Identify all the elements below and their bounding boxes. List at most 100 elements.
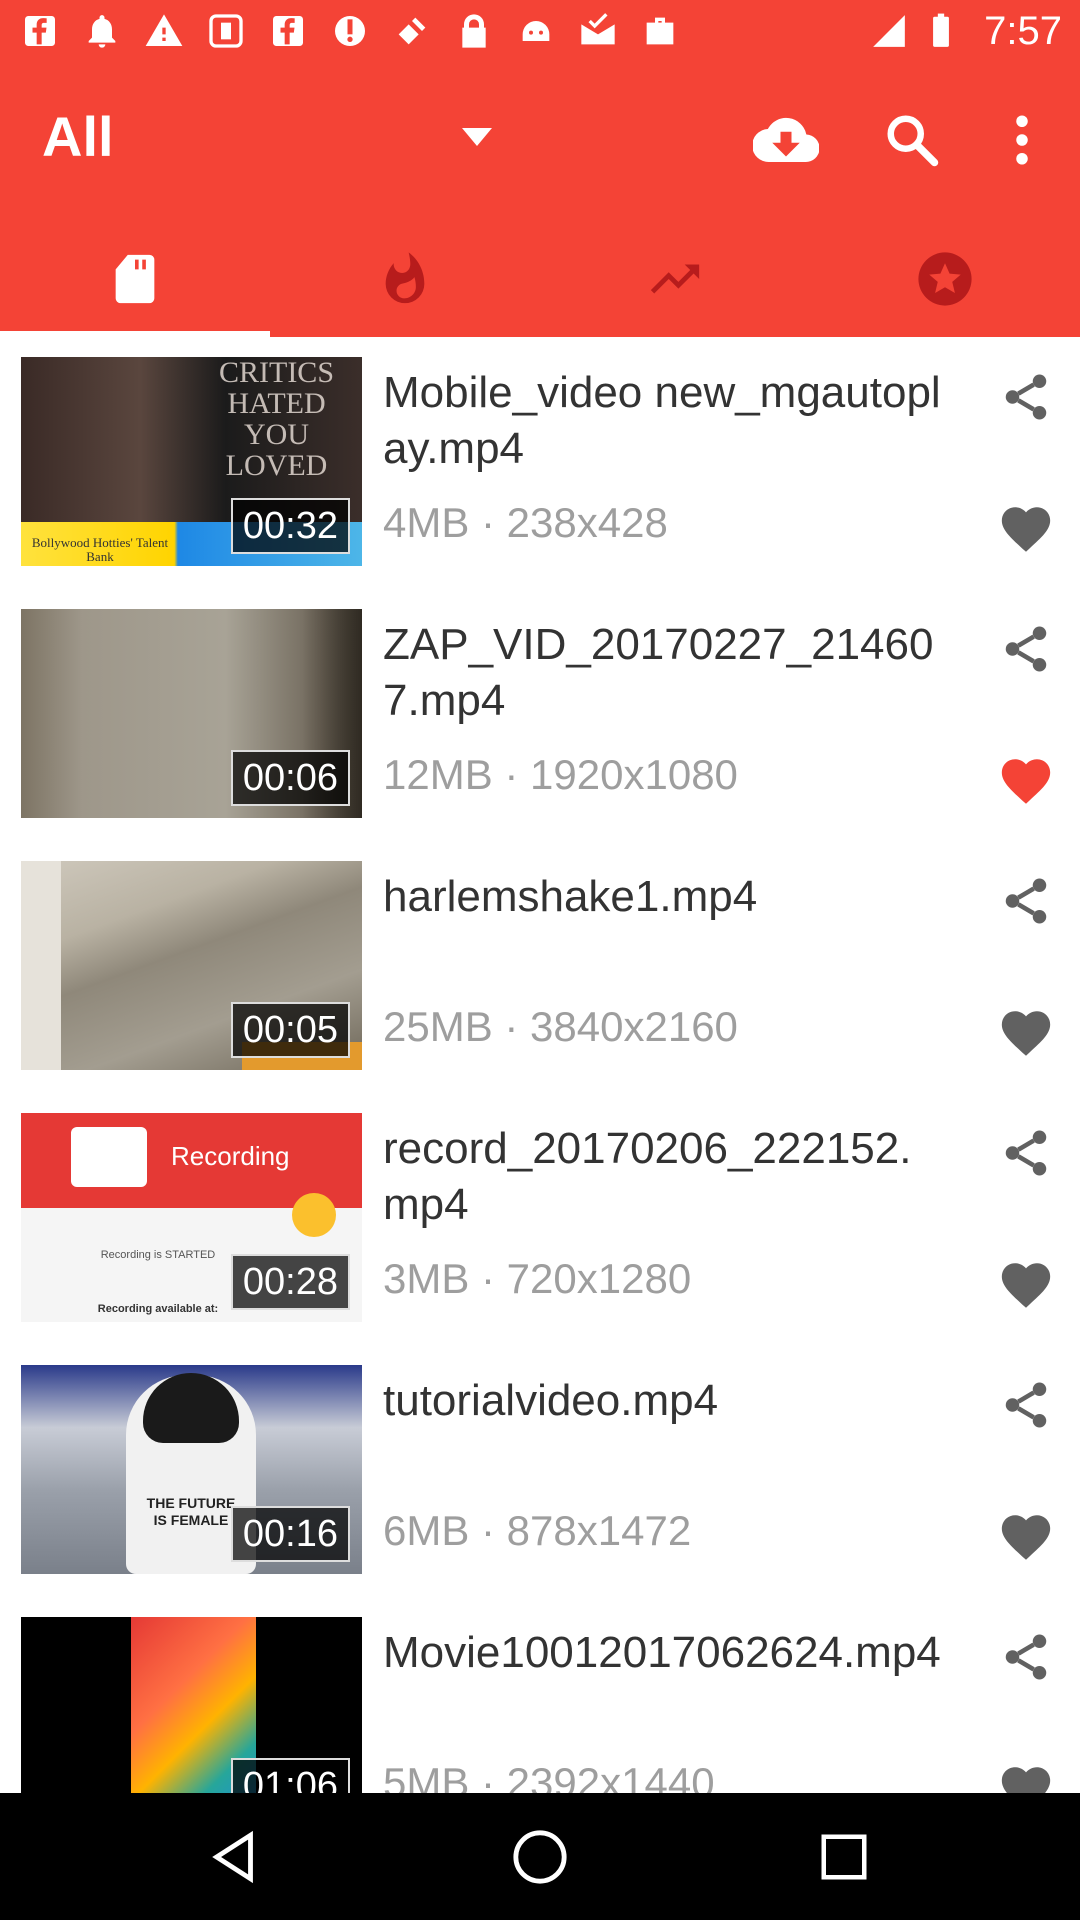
video-meta: 6MB · 878x1472 [383, 1507, 692, 1554]
favorite-button[interactable] [994, 497, 1058, 561]
video-duration: 00:05 [230, 1002, 350, 1058]
recents-button[interactable] [808, 1821, 880, 1893]
status-bar: 7:57 [0, 0, 1080, 62]
back-button[interactable] [200, 1821, 272, 1893]
video-thumbnail[interactable]: Recording Recording is STARTED Recording… [21, 1113, 362, 1322]
share-button[interactable] [994, 1625, 1058, 1689]
video-list: CRITICS HATED YOU LOVED Bollywood Hottie… [0, 337, 1080, 1793]
f-icon [25, 16, 55, 46]
video-thumbnail[interactable]: 00:06 [21, 609, 362, 818]
share-button[interactable] [994, 617, 1058, 681]
download-button[interactable] [750, 104, 822, 176]
more-options-button[interactable] [986, 104, 1058, 176]
video-duration: 01:06 [230, 1758, 350, 1793]
thumbnail-text: CRITICS HATED YOU LOVED [191, 357, 362, 481]
star-icon [918, 251, 972, 306]
thumbnail-pause-button [292, 1193, 336, 1237]
video-list-item[interactable]: 00:05 harlemshake1.mp4 25MB · 3840x2160 [0, 841, 1080, 1093]
recents-icon [821, 1834, 867, 1880]
video-title[interactable]: ZAP_VID_20170227_214607.mp4 [383, 617, 943, 729]
heart-icon [1001, 1011, 1051, 1056]
android-icon [522, 21, 550, 41]
favorite-button[interactable] [994, 1757, 1058, 1793]
f-icon [273, 16, 303, 46]
heart-icon [1001, 1767, 1051, 1793]
video-meta: 12MB · 1920x1080 [383, 751, 738, 798]
video-thumbnail[interactable]: CRITICS HATED YOU LOVED Bollywood Hottie… [21, 357, 362, 566]
status-system-icons: 7:57 [870, 8, 1062, 54]
trending-icon [650, 264, 700, 293]
share-icon [1005, 1634, 1047, 1680]
sd-card-icon [115, 254, 155, 303]
video-list-item[interactable]: 01:06 Movie10012017062624.mp4 5MB · 2392… [0, 1597, 1080, 1793]
bell-icon [88, 15, 116, 48]
toolbar: All [0, 62, 1080, 212]
share-button[interactable] [994, 1373, 1058, 1437]
video-duration: 00:32 [230, 498, 350, 554]
tab-hot[interactable] [270, 238, 540, 337]
video-title[interactable]: record_20170206_222152.mp4 [383, 1121, 943, 1233]
favorite-button[interactable] [994, 1001, 1058, 1065]
video-meta: 4MB · 238x428 [383, 499, 668, 546]
check-mail-icon [581, 13, 615, 45]
favorite-button-active[interactable] [994, 749, 1058, 813]
home-button[interactable] [504, 1821, 576, 1893]
video-list-item[interactable]: THE FUTURE IS FEMALE 00:16 tutorialvideo… [0, 1345, 1080, 1597]
video-title[interactable]: Mobile_video new_mgautoplay.mp4 [383, 365, 943, 477]
video-duration: 00:28 [230, 1254, 350, 1310]
tab-favorites[interactable] [810, 238, 1080, 337]
share-icon [1005, 1130, 1047, 1176]
share-icon [1005, 878, 1047, 924]
video-list-item[interactable]: 00:06 ZAP_VID_20170227_214607.mp4 12MB ·… [0, 589, 1080, 841]
thumb-line: HATED [227, 387, 326, 420]
search-button[interactable] [876, 104, 948, 176]
battery-icon [933, 13, 950, 47]
video-thumbnail[interactable]: 00:05 [21, 861, 362, 1070]
warning-icon [145, 14, 183, 47]
back-icon [212, 1830, 253, 1884]
more-icon [1016, 115, 1028, 165]
category-dropdown[interactable]: All [42, 104, 114, 169]
video-meta: 3MB · 720x1280 [383, 1255, 692, 1302]
thumb-line: LOVED [225, 449, 328, 482]
thumbnail-banner-text: Bollywood Hotties' Talent Bank [31, 535, 169, 564]
video-thumbnail[interactable]: 01:06 [21, 1617, 362, 1793]
video-title[interactable]: harlemshake1.mp4 [383, 869, 943, 925]
tab-trending[interactable] [540, 238, 810, 337]
briefcase-icon [646, 17, 674, 45]
dropdown-arrow-icon[interactable] [462, 128, 492, 148]
search-icon [887, 115, 939, 167]
video-title[interactable]: tutorialvideo.mp4 [383, 1373, 943, 1429]
video-meta: 5MB · 2392x1440 [383, 1759, 715, 1793]
video-list-item[interactable]: CRITICS HATED YOU LOVED Bollywood Hottie… [0, 337, 1080, 589]
flame-icon [385, 251, 425, 303]
thumb-line: CRITICS [218, 357, 335, 389]
status-clock: 7:57 [984, 8, 1062, 53]
share-icon [1005, 1382, 1047, 1428]
thumbnail-clapper-icon [71, 1127, 147, 1187]
thumbnail-shirt-text: THE FUTURE IS FEMALE [146, 1495, 236, 1528]
thumb-line: YOU [244, 418, 309, 451]
share-icon [1005, 374, 1047, 420]
video-thumbnail[interactable]: THE FUTURE IS FEMALE 00:16 [21, 1365, 362, 1574]
favorite-button[interactable] [994, 1505, 1058, 1569]
lock-icon [462, 14, 486, 48]
video-list-item[interactable]: Recording Recording is STARTED Recording… [0, 1093, 1080, 1345]
share-button[interactable] [994, 1121, 1058, 1185]
video-duration: 00:06 [230, 750, 350, 806]
heart-icon [1001, 1263, 1051, 1308]
system-navigation-bar [0, 1793, 1080, 1920]
heart-icon [1001, 1515, 1051, 1560]
signal-icon [873, 15, 905, 47]
video-meta: 25MB · 3840x2160 [383, 1003, 738, 1050]
video-duration: 00:16 [230, 1506, 350, 1562]
app-bar: All [0, 62, 1080, 337]
tab-files[interactable] [0, 238, 270, 337]
share-button[interactable] [994, 869, 1058, 933]
share-button[interactable] [994, 365, 1058, 429]
status-notification-icons [20, 10, 680, 52]
block-icon [335, 16, 365, 46]
phone-icon [209, 14, 243, 48]
favorite-button[interactable] [994, 1253, 1058, 1317]
video-title[interactable]: Movie10012017062624.mp4 [383, 1625, 943, 1681]
